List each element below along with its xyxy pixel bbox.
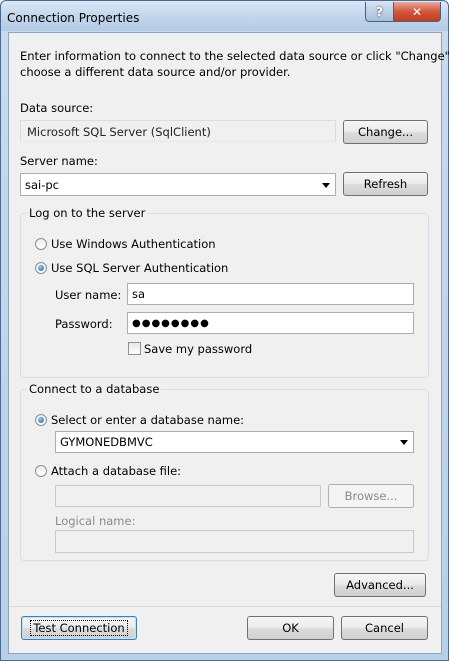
change-button-label: Change... [358,125,413,139]
browse-button[interactable]: Browse... [328,484,414,508]
data-source-field: Microsoft SQL Server (SqlClient) [20,120,336,142]
close-button[interactable]: ✕ [393,2,441,22]
logical-name-input[interactable] [55,530,414,553]
select-db-label[interactable]: Select or enter a database name: [51,413,244,427]
intro-text-line1: Enter information to connect to the sele… [20,49,449,63]
data-source-label: Data source: [20,101,94,115]
logon-group-title: Log on to the server [27,206,148,220]
refresh-button-label: Refresh [363,177,408,191]
refresh-button[interactable]: Refresh [343,172,428,196]
windows-auth-label[interactable]: Use Windows Authentication [51,237,216,251]
advanced-button[interactable]: Advanced... [334,573,426,597]
help-button[interactable]: ? [365,2,394,22]
save-password-checkbox[interactable] [128,342,141,355]
connection-properties-dialog: Connection Properties ? ✕ Enter informat… [0,0,449,661]
ok-button-label: OK [282,621,299,635]
database-name-combo[interactable]: GYMONEDBMVC [55,431,414,453]
windows-auth-radio[interactable] [35,238,47,250]
browse-button-label: Browse... [344,489,398,503]
attach-db-radio[interactable] [35,465,47,477]
username-input[interactable] [127,283,414,305]
sql-auth-radio[interactable] [35,262,47,274]
sql-auth-label[interactable]: Use SQL Server Authentication [51,261,228,275]
chevron-down-icon[interactable] [400,440,408,445]
intro-text-line2: choose a different data source and/or pr… [20,65,291,79]
dialog-body: Enter information to connect to the sele… [8,32,449,654]
change-button[interactable]: Change... [343,120,428,144]
logical-name-label: Logical name: [55,514,136,528]
attach-file-input[interactable] [55,485,321,507]
close-icon: ✕ [411,4,423,19]
advanced-button-label: Advanced... [346,578,414,592]
title-bar[interactable]: Connection Properties ? ✕ [1,1,448,31]
database-name-value: GYMONEDBMVC [60,435,153,449]
cancel-button[interactable]: Cancel [341,616,428,640]
chevron-down-icon[interactable] [322,182,330,188]
database-group-title: Connect to a database [27,382,162,396]
test-connection-label: Test Connection [30,620,128,636]
password-input[interactable]: ●●●●●●●● [127,312,414,334]
test-connection-button[interactable]: Test Connection [21,616,137,640]
username-label: User name: [55,288,122,302]
password-label: Password: [55,317,113,331]
data-source-value: Microsoft SQL Server (SqlClient) [27,125,211,139]
server-name-combo[interactable]: sai-pc [20,173,336,196]
help-icon: ? [376,4,383,19]
server-name-value: sai-pc [25,177,60,192]
footer-separator [9,606,441,607]
window-title: Connection Properties [7,11,140,25]
cancel-button-label: Cancel [365,621,404,635]
save-password-label[interactable]: Save my password [144,342,252,356]
ok-button[interactable]: OK [247,616,334,640]
select-db-radio[interactable] [35,414,47,426]
password-mask: ●●●●●●●● [132,318,210,329]
server-name-label: Server name: [20,154,98,168]
attach-db-label[interactable]: Attach a database file: [51,464,181,478]
